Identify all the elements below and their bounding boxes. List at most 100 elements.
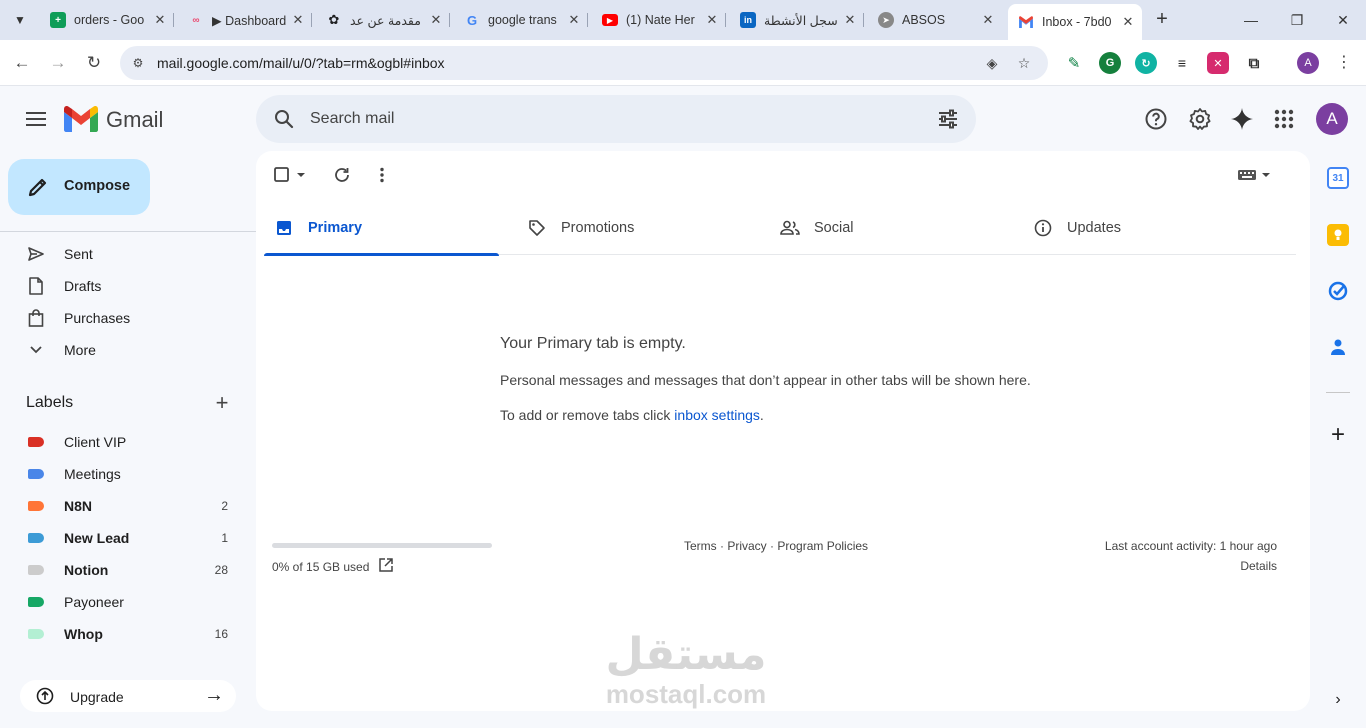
tab-primary[interactable]: Primary (264, 203, 499, 256)
open-in-new-icon[interactable] (378, 557, 394, 573)
label-name: Whop (64, 626, 103, 642)
more-options-icon[interactable] (370, 165, 394, 185)
nav-item-purchases[interactable]: Purchases (0, 302, 256, 334)
bookmark-star-icon[interactable]: ☆ (1014, 53, 1034, 73)
close-tab-icon[interactable]: ✕ (152, 12, 168, 28)
calendar-icon[interactable]: 31 (1327, 167, 1349, 189)
browser-tab[interactable]: ▶ (1) Nate Her ✕ (592, 6, 726, 34)
settings-hint-suffix: . (759, 407, 764, 423)
help-icon[interactable] (1143, 106, 1169, 132)
label-item-new-lead[interactable]: New Lead 1 (0, 522, 256, 554)
label-item-n8n[interactable]: N8N 2 (0, 490, 256, 522)
close-tab-icon[interactable]: ✕ (842, 12, 858, 28)
program-policies-link[interactable]: Program Policies (777, 539, 868, 553)
sheets-icon: + (50, 12, 66, 28)
contacts-icon[interactable] (1327, 336, 1349, 358)
browser-tab[interactable]: + orders - Goo ✕ (40, 6, 174, 34)
label-item-meetings[interactable]: Meetings (0, 458, 256, 490)
refresh-icon[interactable] (330, 165, 354, 185)
browser-tab[interactable]: in سجل الأنشطة ✕ (730, 6, 864, 34)
close-tab-icon[interactable]: ✕ (980, 12, 996, 28)
search-icon[interactable] (272, 107, 296, 131)
reload-icon[interactable]: ↻ (82, 51, 106, 75)
close-tab-icon[interactable]: ✕ (566, 12, 582, 28)
lens-icon[interactable]: ◈ (982, 53, 1002, 73)
privacy-link[interactable]: Privacy (727, 539, 766, 553)
close-tab-icon[interactable]: ✕ (1120, 14, 1136, 30)
browser-tab[interactable]: G google trans ✕ (454, 6, 588, 34)
colorful-extension-icon[interactable]: ✕ (1207, 52, 1229, 74)
tab-social[interactable]: Social (770, 203, 1005, 255)
inbox-panel: Primary Promotions Social Updates Your P… (256, 151, 1310, 711)
refresh-extension-icon[interactable]: ↻ (1135, 52, 1157, 74)
close-window-icon[interactable]: ✕ (1328, 8, 1358, 32)
input-tools-keyboard-icon[interactable] (1236, 165, 1272, 185)
nav-item-more[interactable]: More (0, 334, 256, 366)
minimize-icon[interactable]: — (1236, 8, 1266, 32)
gmail-brand-text: Gmail (106, 107, 164, 132)
upgrade-button[interactable]: Upgrade → (20, 680, 236, 712)
search-input[interactable] (310, 108, 910, 130)
terms-link[interactable]: Terms (684, 539, 717, 553)
browser-tab[interactable]: ∞ ▶ Dashboard ✕ (178, 6, 312, 34)
highlighter-extension-icon[interactable]: ✎ (1063, 52, 1085, 74)
new-tab-icon[interactable]: + (1150, 8, 1174, 32)
label-item-client-vip[interactable]: Client VIP (0, 426, 256, 458)
restore-icon[interactable]: ❐ (1282, 8, 1312, 32)
label-unread-count: 2 (221, 499, 228, 513)
n8n-icon: ∞ (192, 14, 200, 26)
account-avatar[interactable]: A (1316, 103, 1348, 135)
settings-gear-icon[interactable] (1187, 106, 1213, 132)
show-side-panel-chevron-icon[interactable]: › (1330, 692, 1346, 708)
label-tag-icon (28, 469, 44, 479)
main-menu-icon[interactable] (24, 108, 48, 130)
browser-tab[interactable]: ✿ مقدمة عن عد ✕ (316, 6, 450, 34)
side-panel-divider (1326, 392, 1350, 393)
back-icon[interactable]: ← (10, 51, 34, 75)
create-label-plus-icon[interactable]: + (212, 392, 232, 414)
label-tag-icon (28, 437, 44, 447)
browser-tab-strip: ▼ + orders - Goo ✕ ∞ ▶ Dashboard ✕ ✿ مقد… (0, 0, 1366, 40)
browser-menu-icon[interactable]: ⋮ (1336, 52, 1352, 74)
get-addons-plus-icon[interactable]: + (1327, 423, 1349, 447)
select-all-checkbox[interactable] (272, 165, 308, 185)
google-icon: G (466, 12, 478, 28)
inbox-settings-link[interactable]: inbox settings (674, 407, 760, 423)
url-text[interactable]: mail.google.com/mail/u/0/?tab=rm&ogbl#in… (157, 55, 445, 71)
watermark-arabic-text: مستقل (605, 629, 767, 680)
close-tab-icon[interactable]: ✕ (428, 12, 444, 28)
browser-tab[interactable]: ➤ ABSOS ✕ (868, 6, 1002, 34)
nav-item-drafts[interactable]: Drafts (0, 270, 256, 302)
tab-search-chevron-icon[interactable]: ▼ (8, 8, 32, 32)
extensions-puzzle-icon[interactable]: ⧉ (1243, 52, 1265, 74)
forward-icon[interactable]: → (46, 51, 70, 75)
compose-button[interactable]: Compose (8, 159, 150, 215)
close-tab-icon[interactable]: ✕ (290, 12, 306, 28)
tasks-icon[interactable] (1327, 280, 1349, 302)
keep-icon[interactable] (1327, 224, 1349, 246)
browser-profile-avatar[interactable]: A (1297, 52, 1319, 74)
activity-details-link[interactable]: Details (1240, 559, 1277, 573)
tab-promotions[interactable]: Promotions (517, 203, 752, 255)
nav-item-sent[interactable]: Sent (0, 238, 256, 270)
label-item-payoneer[interactable]: Payoneer (0, 586, 256, 618)
label-item-whop[interactable]: Whop 16 (0, 618, 256, 650)
inbox-category-tabs: Primary Promotions Social Updates (264, 203, 1296, 256)
watermark-latin-text: mostaql.com (605, 679, 767, 709)
site-info-icon[interactable]: ⚙ (128, 53, 148, 73)
arrow-right-icon: → (204, 684, 224, 706)
search-options-icon[interactable] (936, 107, 960, 131)
gemini-sparkle-icon[interactable] (1229, 106, 1255, 132)
label-item-notion[interactable]: Notion 28 (0, 554, 256, 586)
close-tab-icon[interactable]: ✕ (704, 12, 720, 28)
tasks-extension-icon[interactable]: ≡ (1171, 52, 1193, 74)
people-icon (780, 218, 800, 238)
address-bar[interactable]: ⚙ mail.google.com/mail/u/0/?tab=rm&ogbl#… (120, 46, 1048, 80)
mostaql-watermark: مستقل mostaql.com (596, 630, 776, 712)
grammarly-extension-icon[interactable]: G (1099, 52, 1121, 74)
label-name: Payoneer (64, 594, 124, 610)
browser-tab-active[interactable]: Inbox - 7bd0 ✕ (1008, 4, 1142, 40)
browser-tab-title: google trans (488, 13, 557, 27)
apps-grid-icon[interactable] (1271, 106, 1297, 132)
tab-updates[interactable]: Updates (1023, 203, 1258, 255)
